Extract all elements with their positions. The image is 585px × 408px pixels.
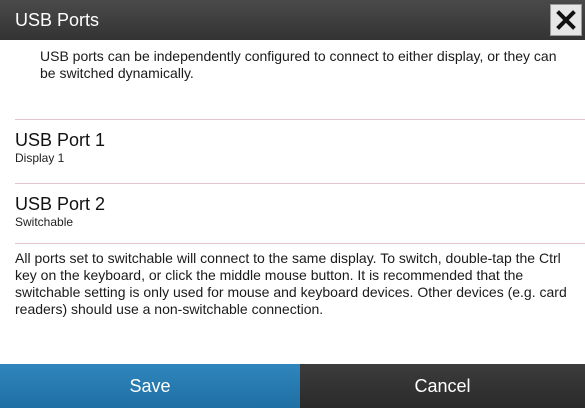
usb-port-2-name: USB Port 2 xyxy=(15,194,106,214)
save-button[interactable]: Save xyxy=(0,364,300,408)
separator xyxy=(15,119,585,120)
separator xyxy=(15,243,585,244)
usb-port-1-name: USB Port 1 xyxy=(15,130,106,150)
close-button[interactable] xyxy=(550,4,582,36)
close-icon xyxy=(556,10,576,30)
dialog-footer: Save Cancel xyxy=(0,364,585,408)
usb-port-2-setting: Switchable xyxy=(15,215,74,229)
switchable-note: All ports set to switchable will connect… xyxy=(15,250,567,317)
dialog-title: USB Ports xyxy=(15,10,100,30)
usb-ports-dialog: USB Ports USB ports can be independently… xyxy=(0,0,585,408)
usb-port-1-setting: Display 1 xyxy=(15,151,65,165)
usb-port-1-row[interactable]: USB Port 1 Display 1 xyxy=(15,130,570,166)
cancel-button[interactable]: Cancel xyxy=(300,364,585,408)
intro-text: USB ports can be independently configure… xyxy=(40,48,557,81)
separator xyxy=(15,183,585,184)
dialog-titlebar: USB Ports xyxy=(0,0,585,40)
usb-port-2-row[interactable]: USB Port 2 Switchable xyxy=(15,194,570,230)
